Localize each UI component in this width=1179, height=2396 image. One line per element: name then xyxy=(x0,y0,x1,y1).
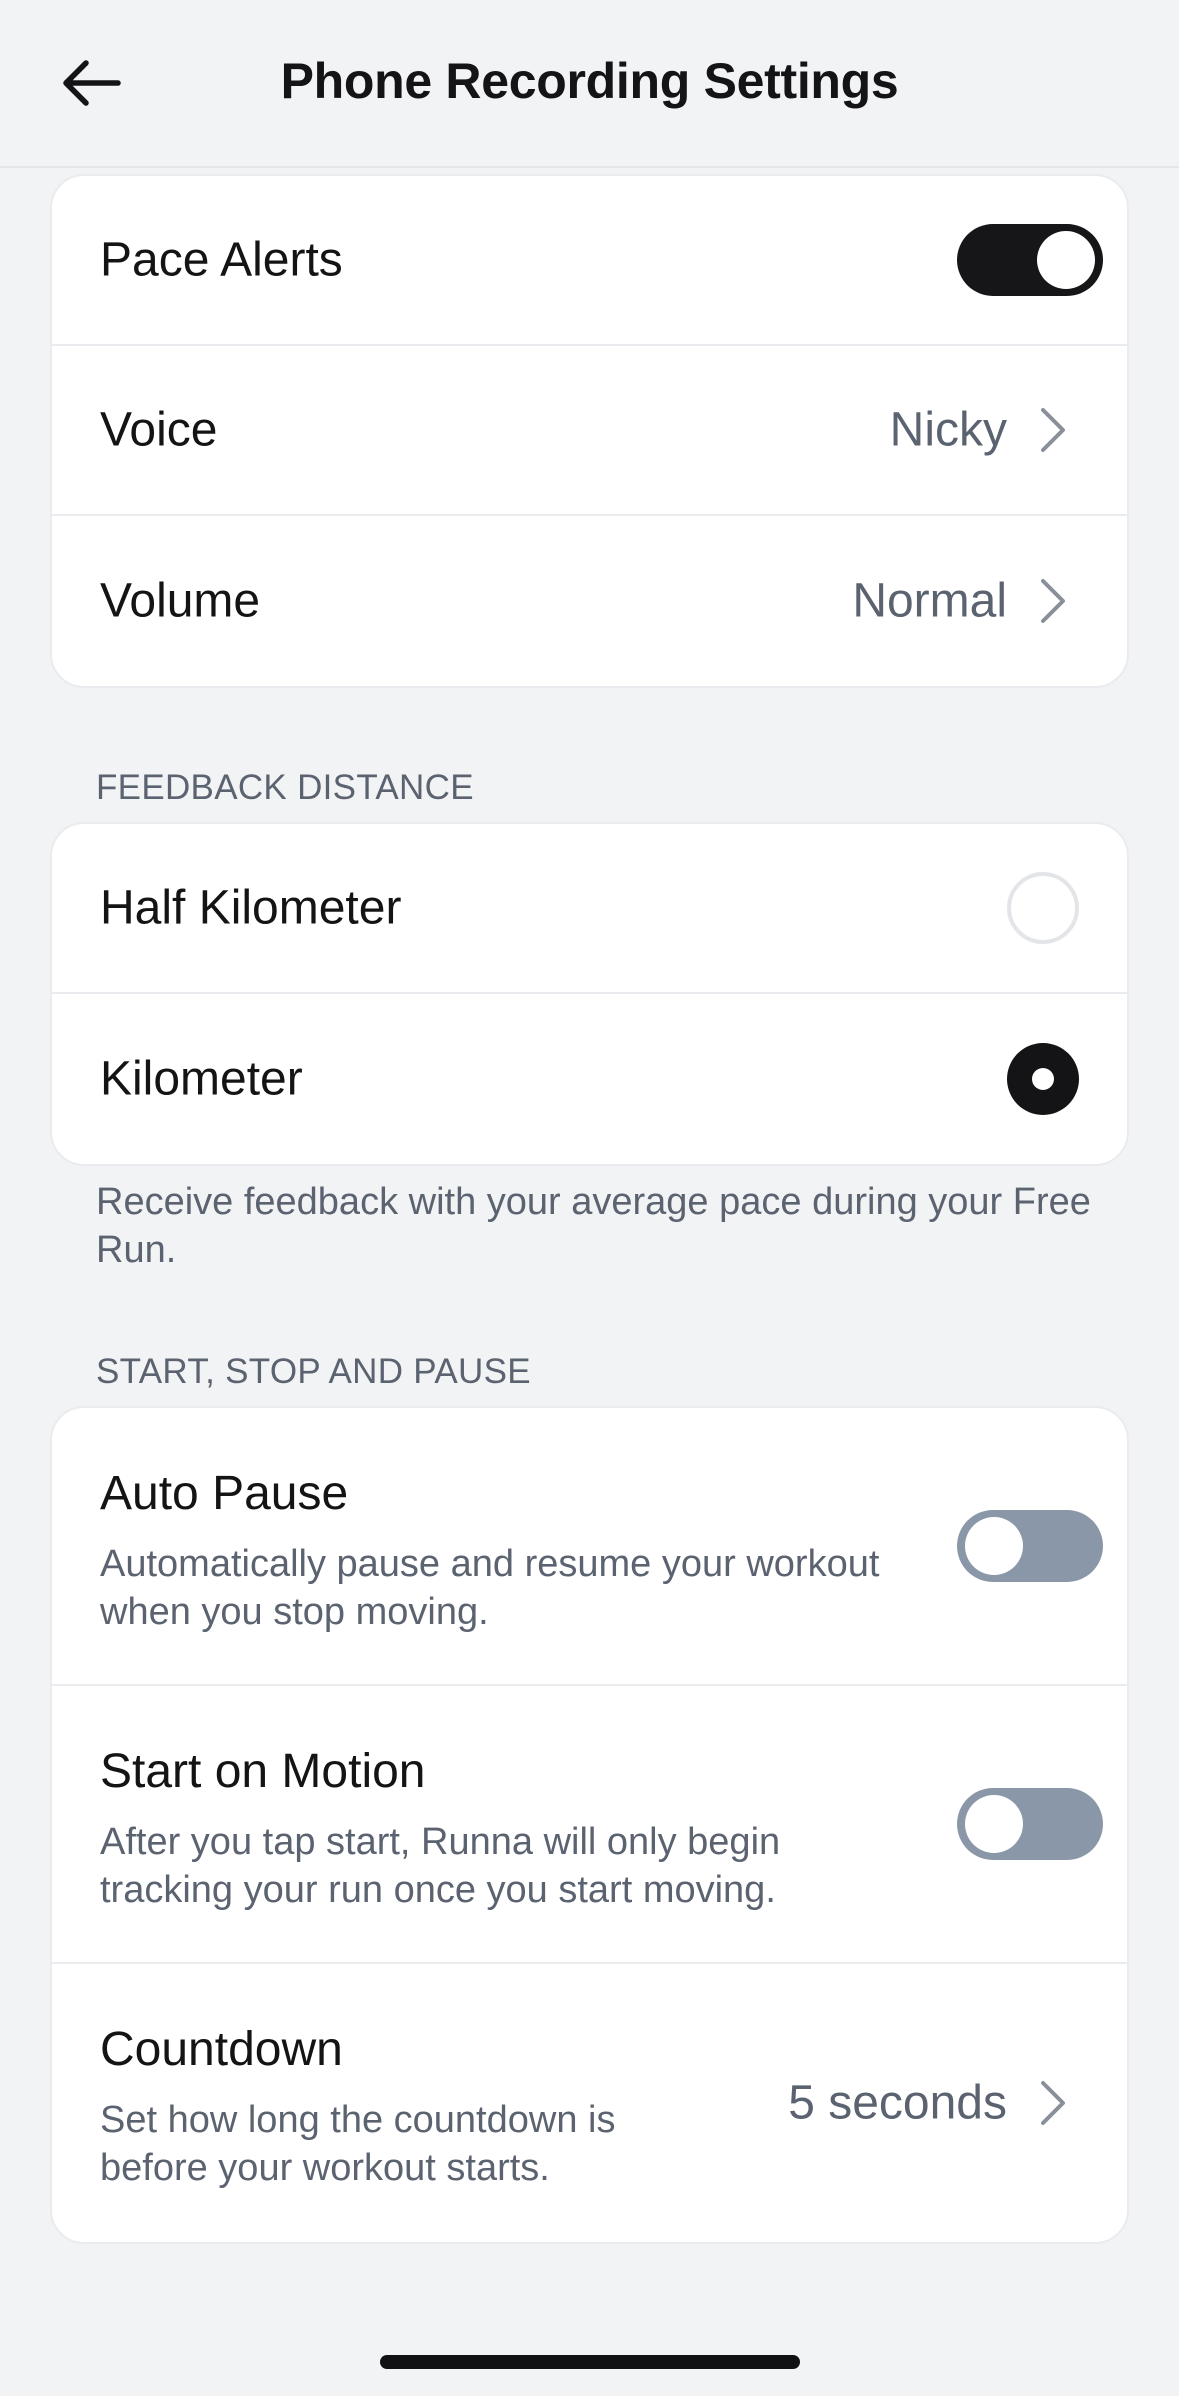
half-kilometer-option[interactable]: Half Kilometer xyxy=(52,824,1127,994)
feedback-distance-note: Receive feedback with your average pace … xyxy=(96,1181,1091,1271)
auto-pause-description: Automatically pause and resume your work… xyxy=(100,1540,879,1636)
audio-settings-card: Pace Alerts Voice Nicky Volume Normal xyxy=(50,174,1129,688)
chevron-right-icon xyxy=(1041,408,1065,452)
start-stop-pause-card: Auto Pause Automatically pause and resum… xyxy=(50,1406,1129,2244)
kilometer-option[interactable]: Kilometer xyxy=(52,994,1127,1164)
feedback-distance-card: Half Kilometer Kilometer xyxy=(50,822,1129,1166)
start-on-motion-description-line: After you tap start, Runna will only beg… xyxy=(100,1821,781,1863)
kilometer-label: Kilometer xyxy=(100,1052,303,1106)
volume-row[interactable]: Volume Normal xyxy=(52,516,1127,686)
chevron-right-icon xyxy=(1041,2081,1065,2125)
chevron-right-icon xyxy=(1041,579,1065,623)
start-on-motion-row: Start on Motion After you tap start, Run… xyxy=(52,1686,1127,1964)
half-kilometer-label: Half Kilometer xyxy=(100,881,402,935)
start-on-motion-title: Start on Motion xyxy=(100,1745,426,1798)
page-title: Phone Recording Settings xyxy=(280,53,899,109)
countdown-description-line: before your workout starts. xyxy=(100,2147,550,2189)
volume-value: Normal xyxy=(852,574,1007,628)
toggle-knob xyxy=(1037,231,1095,289)
voice-value: Nicky xyxy=(889,403,1007,457)
feedback-distance-header: FEEDBACK DISTANCE xyxy=(96,768,474,807)
start-on-motion-toggle[interactable] xyxy=(957,1788,1103,1860)
auto-pause-description-line: when you stop moving. xyxy=(100,1591,489,1633)
toggle-knob xyxy=(965,1517,1023,1575)
toggle-knob xyxy=(965,1795,1023,1853)
start-on-motion-description: After you tap start, Runna will only beg… xyxy=(100,1818,780,1914)
half-kilometer-radio[interactable] xyxy=(1007,872,1079,944)
countdown-row[interactable]: Countdown Set how long the countdown is … xyxy=(52,1964,1127,2242)
auto-pause-row: Auto Pause Automatically pause and resum… xyxy=(52,1408,1127,1686)
start-stop-pause-header: START, STOP AND PAUSE xyxy=(96,1352,531,1391)
radio-dot xyxy=(1032,1068,1054,1090)
nav-header: Phone Recording Settings xyxy=(0,0,1179,168)
voice-label: Voice xyxy=(100,403,218,457)
home-indicator xyxy=(380,2355,800,2369)
countdown-description-line: Set how long the countdown is xyxy=(100,2099,616,2141)
auto-pause-title: Auto Pause xyxy=(100,1467,349,1520)
voice-row[interactable]: Voice Nicky xyxy=(52,346,1127,516)
countdown-description: Set how long the countdown is before you… xyxy=(100,2096,615,2192)
auto-pause-toggle[interactable] xyxy=(957,1510,1103,1582)
countdown-value: 5 seconds xyxy=(788,2076,1007,2130)
pace-alerts-row: Pace Alerts xyxy=(52,176,1127,346)
volume-label: Volume xyxy=(100,574,261,628)
auto-pause-description-line: Automatically pause and resume your work… xyxy=(100,1543,880,1585)
start-on-motion-description-line: tracking your run once you start moving. xyxy=(100,1869,776,1911)
countdown-title: Countdown xyxy=(100,2023,343,2076)
pace-alerts-toggle[interactable] xyxy=(957,224,1103,296)
pace-alerts-label: Pace Alerts xyxy=(100,233,343,287)
phone-recording-settings-screen: Phone Recording Settings Pace Alerts Voi… xyxy=(0,0,1179,2396)
kilometer-radio[interactable] xyxy=(1007,1043,1079,1115)
